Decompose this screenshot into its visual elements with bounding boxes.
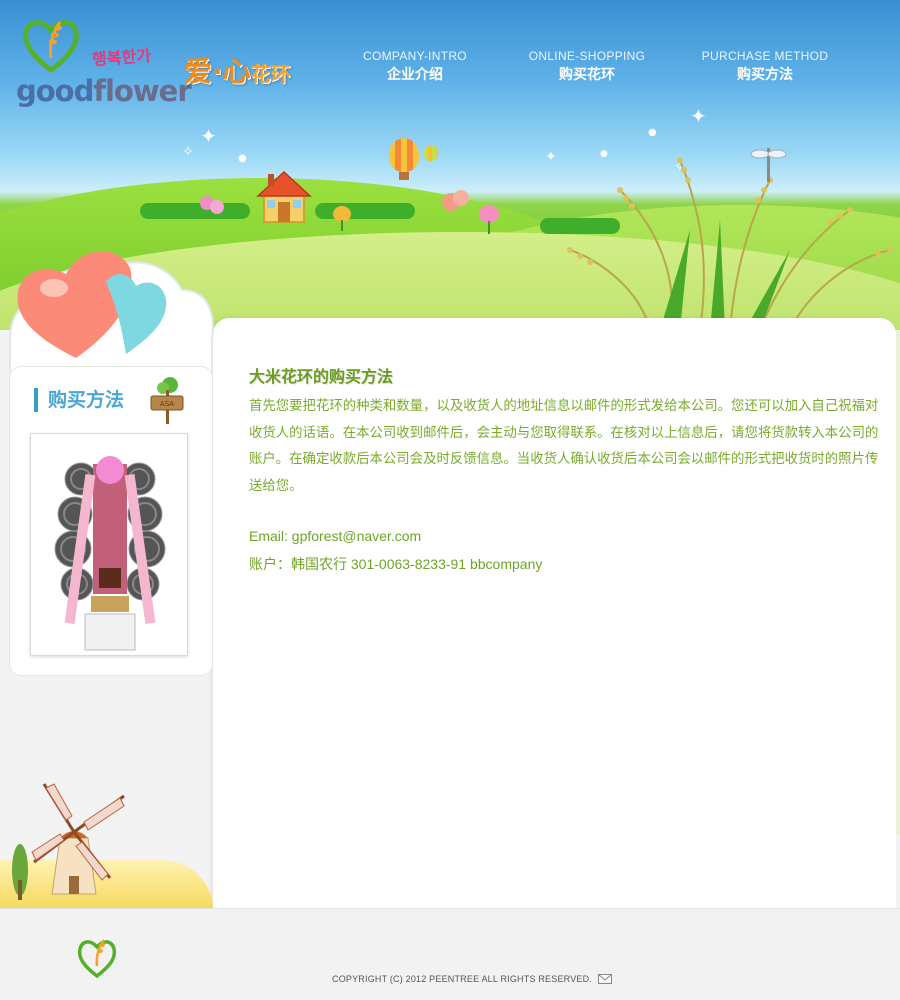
peach-flower-icon <box>442 190 469 211</box>
house-icon <box>256 170 312 223</box>
site-logo[interactable]: 행복한가 goodflower <box>14 16 192 112</box>
nav-company-intro[interactable]: COMPANY-INTRO 企业介绍 <box>362 49 468 84</box>
nav-label-cn: 购买花环 <box>559 67 615 83</box>
wooden-sign-icon: ASA <box>150 377 184 424</box>
sparkle-icon: ✦ <box>200 124 217 148</box>
footer-logo-icon[interactable] <box>76 936 118 978</box>
logo-word-good: good <box>16 74 94 108</box>
balloon-basket <box>399 172 409 180</box>
brand-title-main: 爱·心 <box>184 55 251 88</box>
contact-email[interactable]: Email: gpforest@naver.com <box>249 528 421 544</box>
small-balloon-icon <box>424 145 438 161</box>
logo-korean-tagline: 행복한가 <box>91 45 152 70</box>
footer <box>0 908 900 1000</box>
panel-edge <box>896 330 900 835</box>
purchase-instructions: 首先您要把花环的种类和数量，以及收货人的地址信息以邮件的形式发给本公司。您还可以… <box>249 399 879 494</box>
dragonfly-icon <box>750 148 787 182</box>
sparkle-icon: ● <box>238 153 247 164</box>
sparkle-icon: ✦ <box>545 149 557 165</box>
nav-label-cn: 购买方法 <box>737 67 793 83</box>
page-title: 大米花环的购买方法 <box>249 367 394 386</box>
rice-wreath-image <box>54 456 166 651</box>
windmill-illustration <box>12 783 125 900</box>
nav-label-en: ONLINE-SHOPPING <box>528 49 646 63</box>
sparkle-icon: ✧ <box>182 144 194 160</box>
cloud-heart-illustration <box>9 251 214 372</box>
nav-label-cn: 企业介绍 <box>387 67 443 83</box>
nav-online-shopping[interactable]: ONLINE-SHOPPING 购买花环 <box>524 49 650 84</box>
logo-wordmark: goodflower <box>16 74 192 108</box>
bush <box>140 203 250 219</box>
sign-label: ASA <box>160 400 174 408</box>
logo-word-flower: flower <box>93 74 191 108</box>
nav-label-en: PURCHASE METHOD <box>701 49 829 63</box>
product-thumbnail[interactable] <box>30 433 188 656</box>
nav-label-en: COMPANY-INTRO <box>363 49 467 63</box>
rice-stalks-illustration <box>567 148 893 330</box>
brand-title: 爱·心花环 <box>184 50 291 90</box>
mail-icon[interactable] <box>598 974 612 984</box>
nav-purchase-method[interactable]: PURCHASE METHOD 购买方法 <box>700 49 830 84</box>
pink-flower-icon <box>200 196 224 214</box>
copyright-text: COPYRIGHT (C) 2012 PEENTREE ALL RIGHTS R… <box>332 974 593 984</box>
hot-air-balloon-icon <box>389 138 419 172</box>
tulip-icon <box>333 206 351 231</box>
sparkle-icon: ✦ <box>690 104 707 128</box>
brand-title-sub: 花环 <box>250 62 291 86</box>
pink-tulip-icon <box>479 205 499 234</box>
sidebar-title: 购买方法 <box>34 388 124 412</box>
bank-account: 账户：韩国农行 301-0063-8233-91 bbcompany <box>249 556 543 572</box>
heart-leaf-logo-icon <box>23 20 79 74</box>
